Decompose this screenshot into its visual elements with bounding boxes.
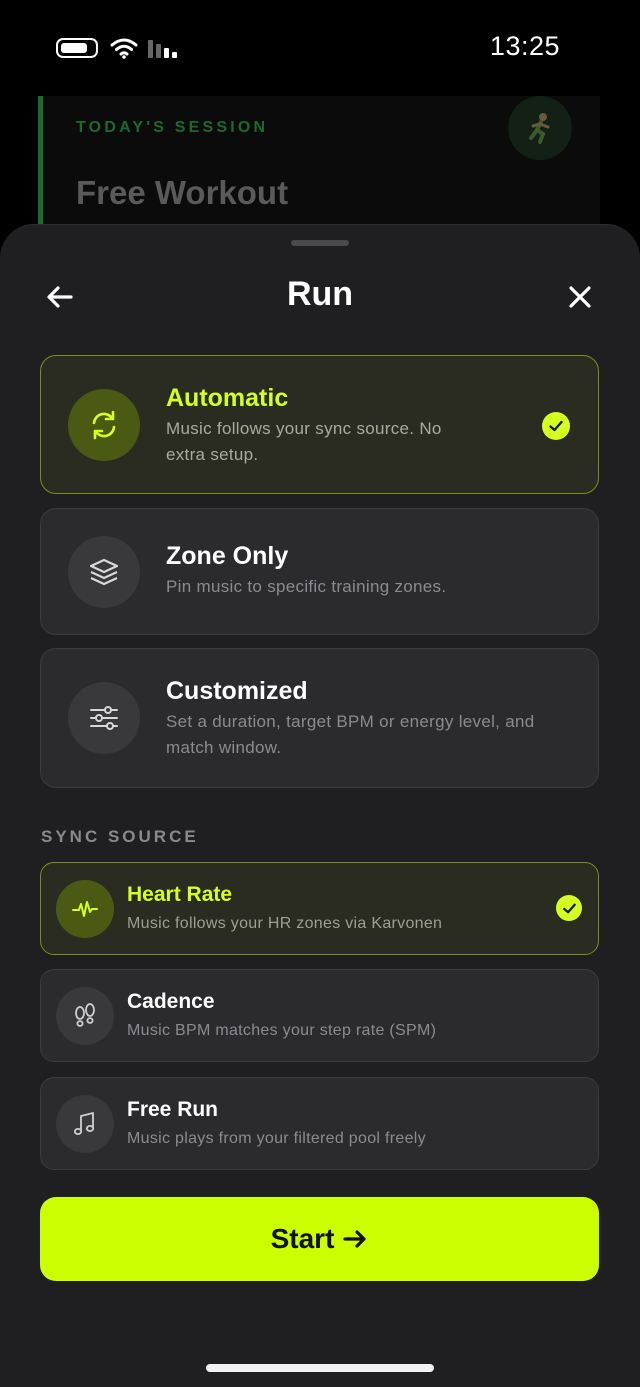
mode-description: Music follows your sync source. No extra… bbox=[166, 419, 442, 464]
mode-card-automatic[interactable]: Automatic Music follows your sync source… bbox=[40, 355, 599, 494]
start-label: Start bbox=[270, 1223, 335, 1254]
checkmark-icon bbox=[542, 412, 570, 440]
sync-title: Free Run bbox=[127, 1098, 219, 1121]
mode-description: Set a duration, target BPM or energy lev… bbox=[166, 712, 535, 757]
screen: 13:25 TODAY'S SESSION Free Workout Run A… bbox=[0, 0, 640, 1387]
mode-card-zone-only[interactable]: Zone Only Pin music to specific training… bbox=[40, 508, 599, 635]
sheet-grabber[interactable] bbox=[291, 240, 349, 246]
music-note-icon bbox=[56, 1095, 114, 1153]
mode-title: Zone Only bbox=[166, 542, 289, 570]
mode-title: Customized bbox=[166, 677, 308, 705]
sync-description: Music follows your HR zones via Karvonen bbox=[127, 915, 443, 932]
sheet-header: Run bbox=[0, 265, 640, 325]
checkmark-icon bbox=[556, 895, 582, 921]
status-time: 13:25 bbox=[489, 31, 560, 61]
close-button[interactable] bbox=[560, 277, 600, 317]
run-mode-sheet: Run Automatic Music follows your sync so… bbox=[0, 224, 640, 1387]
heartbeat-icon bbox=[56, 880, 114, 938]
layers-icon bbox=[68, 536, 140, 608]
mode-card-customized[interactable]: Customized Set a duration, target BPM or… bbox=[40, 648, 599, 788]
cellular-signal-icon bbox=[148, 38, 184, 58]
mode-title: Automatic bbox=[166, 384, 289, 412]
close-icon bbox=[569, 286, 591, 308]
sync-card-heart-rate[interactable]: Heart Rate Music follows your HR zones v… bbox=[40, 862, 599, 955]
sync-description: Music plays from your filtered pool free… bbox=[127, 1130, 426, 1147]
sheet-title: Run bbox=[286, 275, 354, 313]
mode-description: Pin music to specific training zones. bbox=[166, 577, 447, 596]
sync-title: Heart Rate bbox=[127, 883, 233, 906]
wifi-icon bbox=[110, 38, 138, 59]
footsteps-icon bbox=[56, 987, 114, 1045]
sync-description: Music BPM matches your step rate (SPM) bbox=[127, 1022, 437, 1039]
sync-arrows-icon bbox=[68, 389, 140, 461]
status-bar: 13:25 bbox=[0, 0, 640, 96]
sync-card-cadence[interactable]: Cadence Music BPM matches your step rate… bbox=[40, 969, 599, 1062]
sync-card-free-run[interactable]: Free Run Music plays from your filtered … bbox=[40, 1077, 599, 1170]
sliders-icon bbox=[68, 682, 140, 754]
runner-icon bbox=[508, 96, 572, 160]
home-indicator[interactable] bbox=[206, 1364, 434, 1372]
battery-icon bbox=[56, 38, 98, 58]
arrow-right-icon bbox=[343, 1230, 366, 1248]
session-title: Free Workout bbox=[76, 174, 289, 211]
sync-source-label: SYNC SOURCE bbox=[41, 827, 199, 846]
sync-title: Cadence bbox=[127, 990, 215, 1013]
start-button[interactable]: Start bbox=[40, 1197, 599, 1281]
session-label: TODAY'S SESSION bbox=[76, 119, 269, 136]
